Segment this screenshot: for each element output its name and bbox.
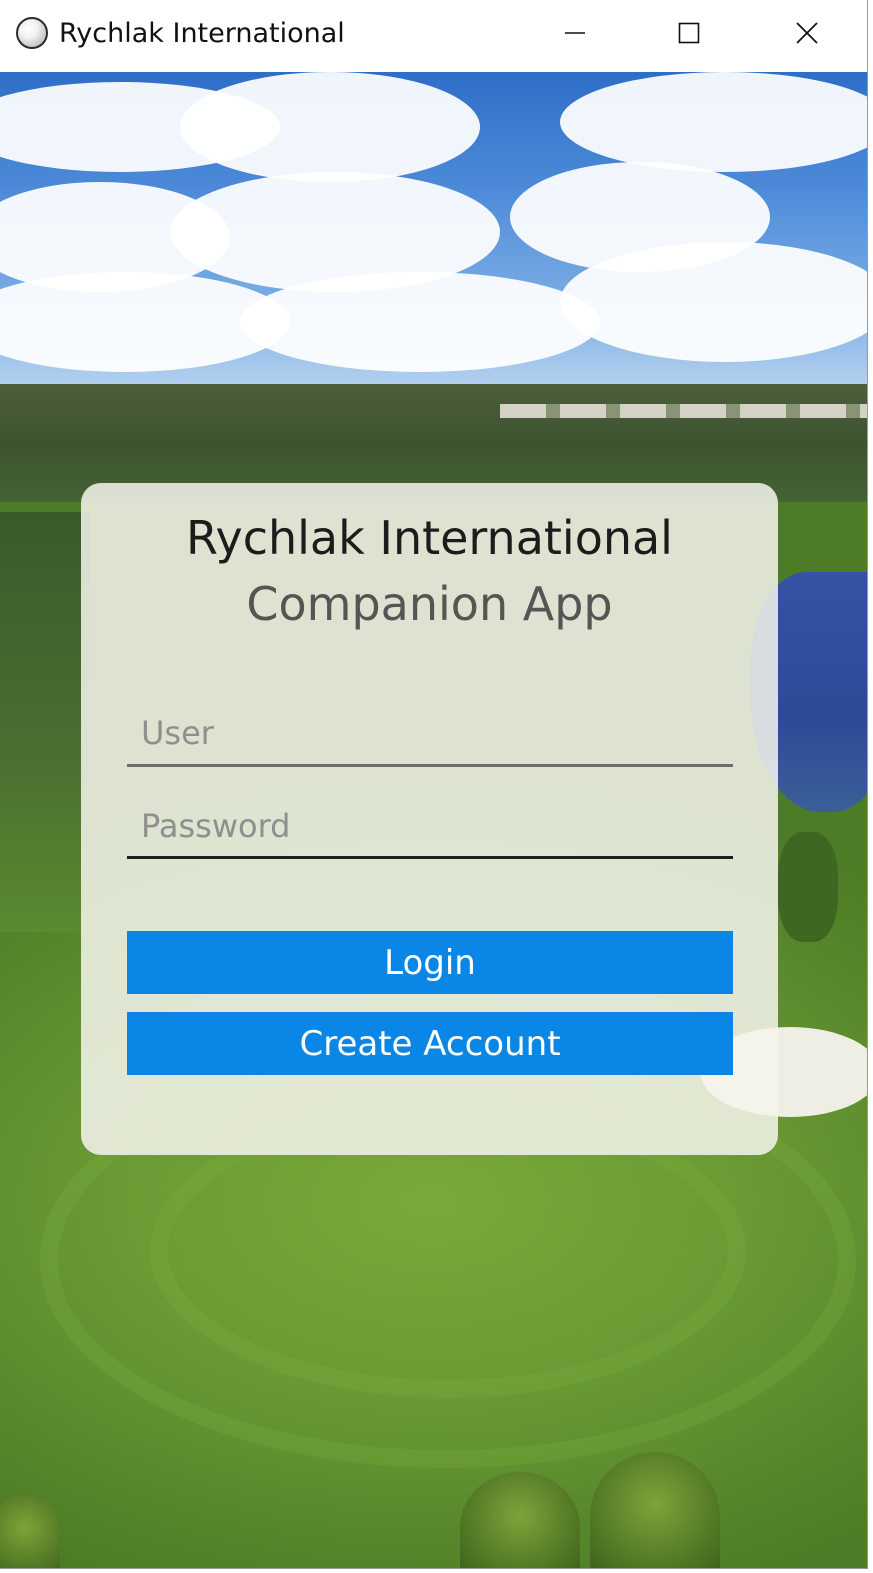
cloud xyxy=(240,272,600,372)
user-input[interactable] xyxy=(127,701,733,767)
side-trees xyxy=(0,512,90,932)
create-account-button[interactable]: Create Account xyxy=(127,1012,733,1075)
app-subtitle: Companion App xyxy=(246,577,613,631)
app-window: Rychlak International Rychlak Internatio… xyxy=(0,0,868,1569)
minimize-button[interactable] xyxy=(519,0,631,66)
cloud xyxy=(180,72,480,182)
golf-ball-icon xyxy=(16,17,48,49)
distant-houses xyxy=(500,404,867,418)
close-icon xyxy=(796,22,818,44)
bush xyxy=(778,832,838,942)
minimize-icon xyxy=(565,32,585,34)
title-bar[interactable]: Rychlak International xyxy=(0,0,867,72)
login-button[interactable]: Login xyxy=(127,931,733,994)
app-title: Rychlak International xyxy=(186,511,673,565)
maximize-icon xyxy=(678,22,700,44)
login-card: Rychlak International Companion App Logi… xyxy=(81,483,778,1155)
maximize-button[interactable] xyxy=(633,0,745,66)
window-title: Rychlak International xyxy=(59,18,345,49)
close-button[interactable] xyxy=(751,0,863,66)
password-input[interactable] xyxy=(127,795,733,859)
